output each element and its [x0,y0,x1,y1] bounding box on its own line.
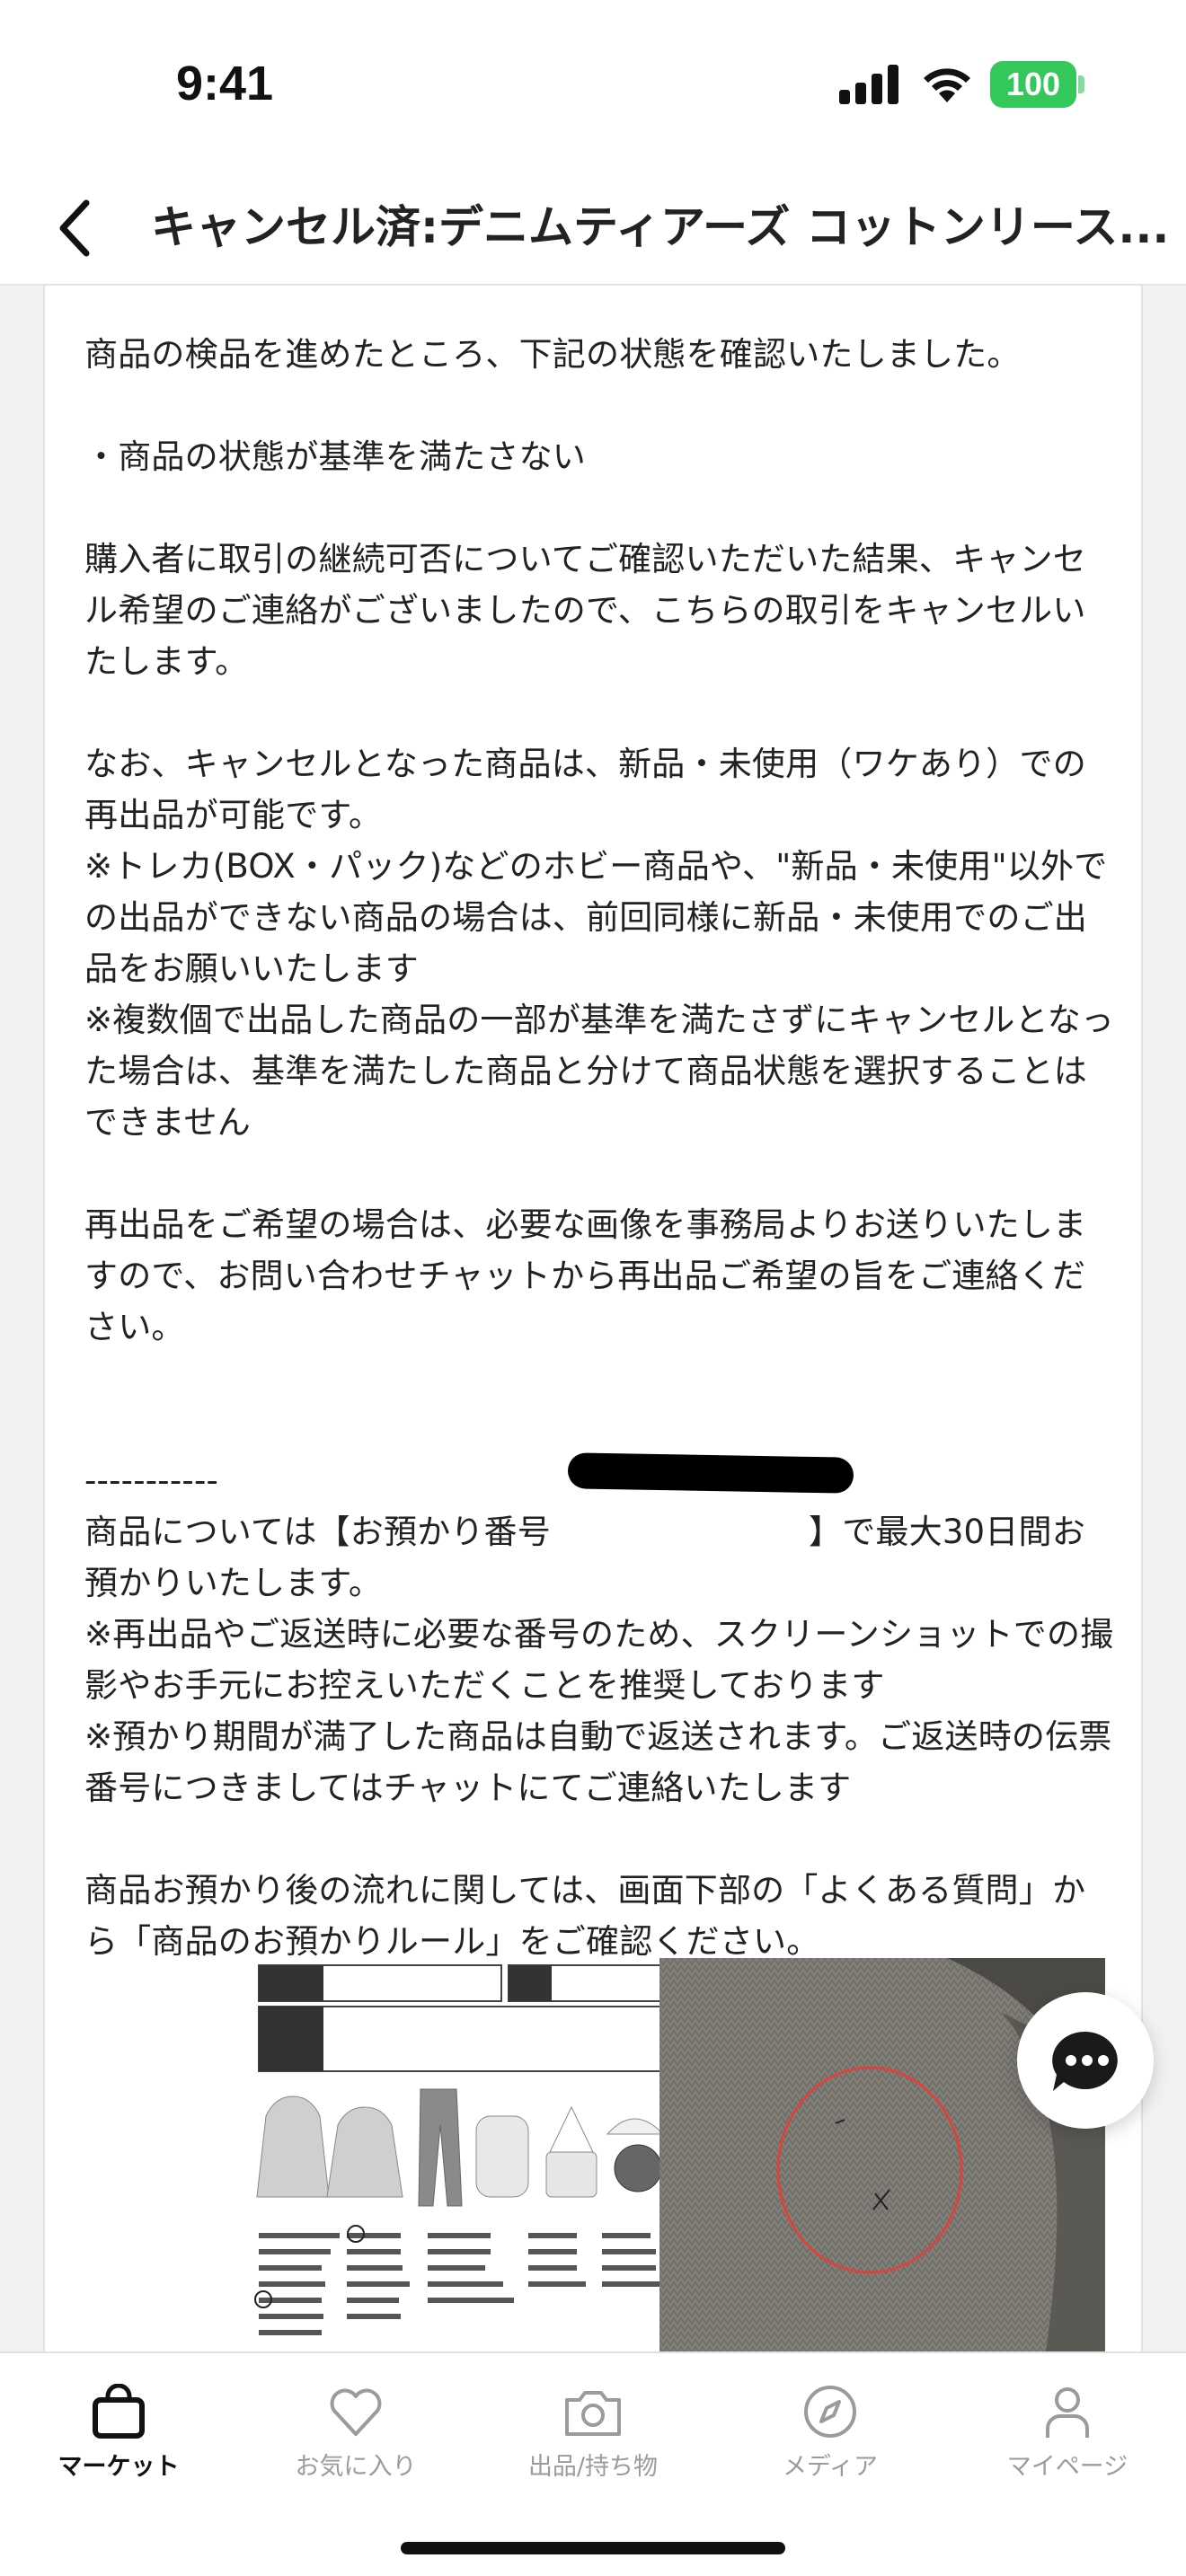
tab-label-market: マーケット [58,2453,180,2481]
shopping-bag-icon [93,2384,145,2439]
person-icon [1046,2387,1089,2438]
nav-header: キャンセル済:デニムティアーズ コットンリース... [0,171,1186,286]
tab-mypage[interactable]: マイページ [949,2371,1186,2488]
status-bar: 9:41 100 [0,0,1186,171]
status-time: 9:41 [176,57,274,110]
tab-label-media: メディア [782,2453,879,2481]
redaction-mark [567,1452,854,1494]
message-body: 商品の検品を進めたところ、下記の状態を確認いたしました。 ・商品の状態が基準を満… [84,335,1115,1961]
battery-nub [1078,75,1084,93]
chat-button[interactable] [1017,1992,1154,2129]
heart-icon [330,2388,382,2436]
tab-label-favorites: お気に入り [295,2453,417,2481]
compass-icon [804,2386,856,2438]
wifi-icon [924,68,970,102]
home-indicator [401,2542,785,2554]
chat-bubble-icon [1052,2031,1118,2091]
inspection-form-graphic [254,1964,665,2335]
message-card: 商品の検品を進めたところ、下記の状態を確認いたしました。 ・商品の状態が基準を満… [43,286,1143,2351]
tab-listing[interactable]: 出品/持ち物 [474,2371,712,2488]
tab-favorites[interactable]: お気に入り [237,2371,474,2488]
signal-icon [839,65,898,104]
page-title: キャンセル済:デニムティアーズ コットンリース... [151,201,1170,253]
camera-icon [565,2391,621,2436]
battery-icon: 100 [990,61,1076,108]
tab-label-listing: 出品/持ち物 [527,2453,659,2481]
tab-media[interactable]: メディア [712,2371,949,2488]
inspection-form-photo[interactable] [212,1963,679,2350]
tab-market[interactable]: マーケット [0,2371,237,2488]
back-chevron-icon[interactable] [50,194,104,262]
tab-label-mypage: マイページ [1006,2453,1128,2481]
